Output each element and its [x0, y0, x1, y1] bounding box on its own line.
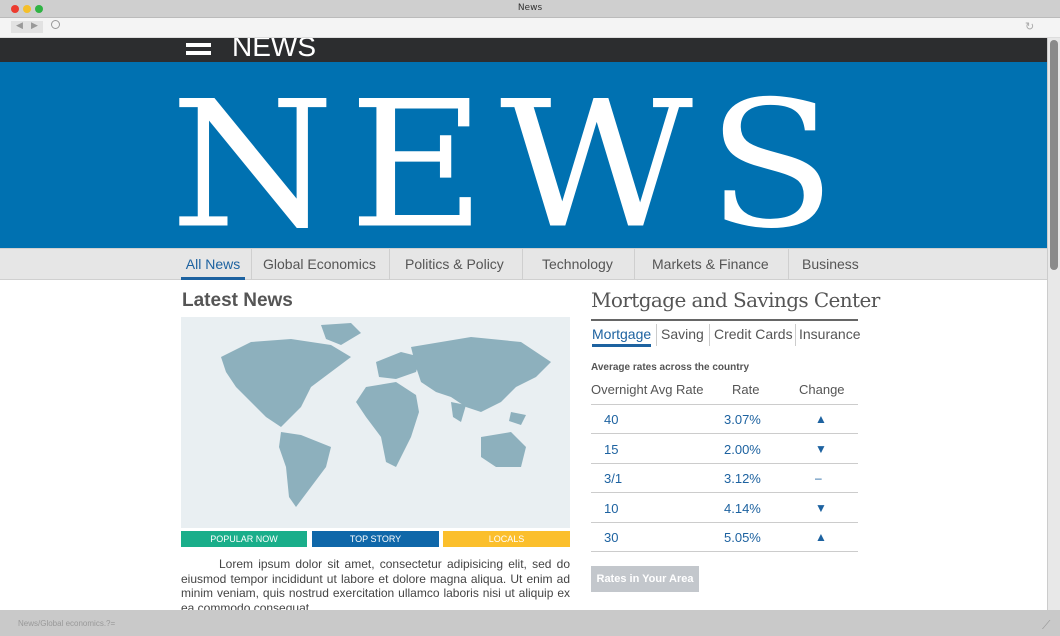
change-down-icon: ▼: [815, 441, 827, 456]
scrollbar-thumb[interactable]: [1050, 40, 1058, 270]
title-bar: News: [0, 0, 1060, 18]
status-url: News/Global economics.?=: [18, 619, 116, 628]
tab-insurance[interactable]: Insurance: [799, 326, 860, 342]
nav-technology[interactable]: Technology: [542, 249, 613, 280]
back-icon[interactable]: ◀: [16, 21, 23, 31]
rates-in-your-area-button[interactable]: Rates in Your Area: [591, 566, 699, 592]
world-map-icon: [221, 323, 551, 507]
nav-politics-policy[interactable]: Politics & Policy: [405, 249, 504, 280]
scrollbar[interactable]: [1047, 38, 1060, 610]
tag-locals[interactable]: LOCALS: [443, 531, 570, 547]
back-forward-buttons[interactable]: ◀ ▶: [11, 21, 43, 33]
hamburger-menu-icon[interactable]: [186, 42, 211, 56]
change-flat-icon: –: [815, 471, 822, 486]
mortgage-center-heading: Mortgage and Savings Center: [591, 288, 880, 312]
news-banner: NEWS: [0, 62, 1047, 248]
rates-subtitle: Average rates across the country: [591, 362, 750, 373]
rate-row: 3/1 3.12% –: [591, 464, 858, 494]
rate-value: 3.12%: [724, 471, 761, 487]
world-map-image[interactable]: [181, 317, 570, 528]
tab-saving[interactable]: Saving: [661, 326, 704, 342]
change-up-icon: ▲: [815, 412, 827, 426]
nav-markets-finance[interactable]: Markets & Finance: [652, 249, 769, 280]
change-down-icon: ▼: [815, 500, 827, 515]
resize-grip-icon[interactable]: ⟋: [1042, 618, 1050, 633]
nav-business[interactable]: Business: [802, 249, 859, 280]
search-icon[interactable]: [51, 20, 60, 29]
rate-value: 2.00%: [724, 441, 761, 457]
forward-icon[interactable]: ▶: [31, 21, 38, 31]
rate-value: 4.14%: [724, 500, 761, 516]
change-up-icon: ▲: [815, 530, 827, 545]
rate-row: 15 2.00% ▼: [591, 435, 858, 464]
tag-top-story[interactable]: TOP STORY: [312, 531, 439, 547]
tab-credit-cards[interactable]: Credit Cards: [714, 326, 793, 342]
rate-term: 15: [604, 441, 619, 457]
rate-term: 30: [604, 530, 619, 546]
col-rate: Rate: [732, 382, 760, 397]
col-change: Change: [799, 382, 845, 397]
heading-divider: [591, 319, 858, 321]
reload-icon[interactable]: ↻: [1025, 20, 1034, 33]
rate-value: 3.07%: [724, 412, 761, 427]
rate-row: 10 4.14% ▼: [591, 494, 858, 523]
nav-global-economics[interactable]: Global Economics: [263, 249, 376, 280]
rate-term: 10: [604, 500, 619, 516]
category-nav: All News Global Economics Politics & Pol…: [0, 248, 1047, 280]
site-header: NEWS: [0, 38, 1047, 62]
rate-value: 5.05%: [724, 530, 761, 546]
rate-row: 30 5.05% ▲: [591, 523, 858, 553]
window-title: News: [517, 3, 543, 13]
article-text: Lorem ipsum dolor sit amet, consectetur …: [181, 557, 570, 610]
rate-row: 40 3.07% ▲: [591, 405, 858, 434]
nav-all-news[interactable]: All News: [181, 249, 245, 280]
rate-term: 40: [604, 412, 619, 427]
site-logo[interactable]: NEWS: [232, 38, 316, 62]
tag-popular-now[interactable]: POPULAR NOW: [181, 531, 307, 547]
banner-title: NEWS: [170, 63, 850, 248]
address-bar[interactable]: ◀ ▶ ↻: [0, 18, 1060, 38]
latest-news-heading: Latest News: [182, 290, 293, 311]
status-bar: News/Global economics.?= ⟋: [0, 610, 1060, 636]
tab-mortgage[interactable]: Mortgage: [592, 326, 652, 347]
col-term: Overnight Avg Rate: [591, 382, 704, 397]
rate-term: 3/1: [604, 471, 623, 487]
